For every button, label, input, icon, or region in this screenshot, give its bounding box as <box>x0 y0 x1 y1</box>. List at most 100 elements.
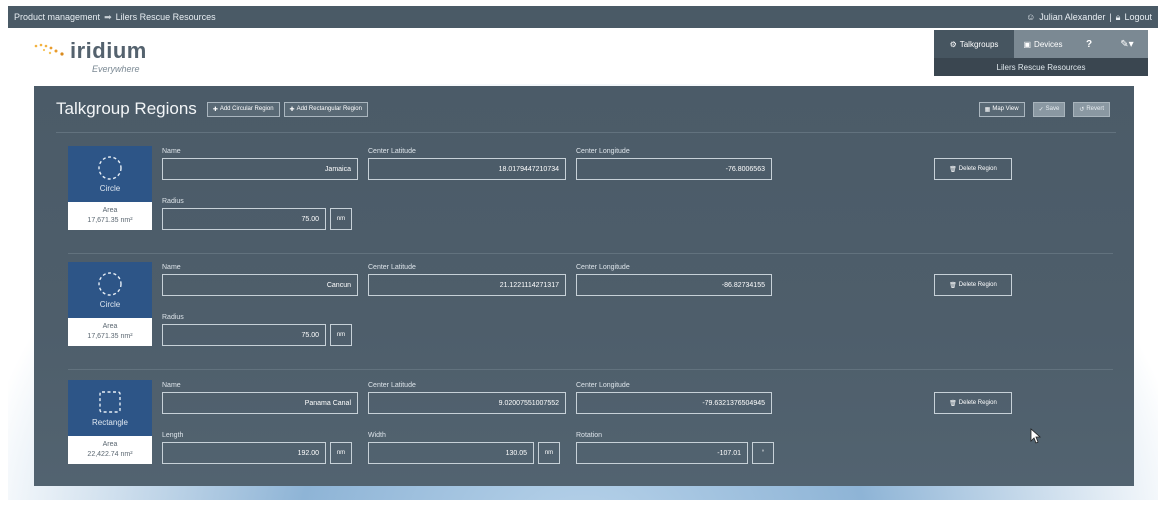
center-longitude-input[interactable]: -79.6321376504945 <box>576 392 772 414</box>
user-icon: ☺ <box>1026 12 1036 22</box>
user-name-link[interactable]: Julian Alexander <box>1039 12 1105 22</box>
logo-brand: iridium <box>70 38 147 63</box>
tab-settings[interactable]: ✎▾ <box>1106 30 1148 58</box>
center-longitude-field: Center Longitude -79.6321376504945 <box>576 382 772 414</box>
main-nav: ⚙ Talkgroups ▣ Devices ? ✎▾ Lilers Rescu… <box>934 30 1148 78</box>
unit-label: nm <box>330 442 352 464</box>
field-label: Name <box>162 148 181 155</box>
button-label: Add Circular Region <box>219 106 274 112</box>
field-label: Center Longitude <box>576 382 630 389</box>
radius-field: Radius 75.00 nm <box>162 314 352 346</box>
tab-help[interactable]: ? <box>1072 30 1106 58</box>
center-longitude-input[interactable]: -86.82734155 <box>576 274 772 296</box>
save-button[interactable]: ✓ Save <box>1032 101 1066 117</box>
tab-devices[interactable]: ▣ Devices <box>1014 30 1072 58</box>
width-field: Width 130.05 nm <box>368 432 560 464</box>
center-latitude-field: Center Latitude 9.02007551007552 <box>368 382 566 414</box>
center-longitude-field: Center Longitude -76.8006563 <box>576 148 772 180</box>
delete-region-button[interactable]: 🗑︎ Delete Region <box>934 392 1012 414</box>
button-label: Revert <box>1086 106 1104 112</box>
wrench-icon: ✎▾ <box>1120 38 1134 50</box>
area-display: Area 17,671.35 nm² <box>68 202 152 230</box>
region-row: Rectangle Area 22,422.74 nm² Name Panama… <box>68 374 1113 478</box>
center-longitude-input[interactable]: -76.8006563 <box>576 158 772 180</box>
add-rectangular-region-button[interactable]: ✚ Add Rectangular Region <box>283 101 368 117</box>
center-latitude-field: Center Latitude 18.0179447210734 <box>368 148 566 180</box>
name-field: Name Cancun <box>162 264 358 296</box>
radius-input[interactable]: 75.00 <box>162 324 326 346</box>
field-label: Center Latitude <box>368 148 416 155</box>
field-label: Center Latitude <box>368 264 416 271</box>
area-label: Area <box>102 441 118 448</box>
logout-link[interactable]: Logout <box>1124 12 1152 22</box>
field-label: Center Longitude <box>576 264 630 271</box>
field-label: Center Latitude <box>368 382 416 389</box>
radius-input[interactable]: 75.00 <box>162 208 326 230</box>
unit-label: nm <box>330 324 352 346</box>
field-label: Radius <box>162 314 184 321</box>
trash-icon: 🗑︎ <box>949 400 957 407</box>
breadcrumb-arrow: ➡ <box>104 11 112 22</box>
breadcrumb-product-management[interactable]: Product management <box>14 12 100 22</box>
area-value: 17,671.35 nm² <box>87 217 133 224</box>
region-row: Circle Area 17,671.35 nm² Name Jamaica C… <box>68 140 1113 254</box>
shape-indicator: Rectangle <box>68 380 152 436</box>
map-view-button[interactable]: ▦ Map View <box>978 101 1025 117</box>
center-latitude-field: Center Latitude 21.1221114271317 <box>368 264 566 296</box>
shape-label: Circle <box>99 300 121 309</box>
tab-label: Devices <box>1034 39 1063 49</box>
button-label: Save <box>1045 106 1060 112</box>
button-label: Delete Region <box>958 166 997 172</box>
field-label: Name <box>162 382 181 389</box>
field-label: Name <box>162 264 181 271</box>
area-label: Area <box>102 207 118 214</box>
center-latitude-input[interactable]: 18.0179447210734 <box>368 158 566 180</box>
unit-label: nm <box>538 442 560 464</box>
center-latitude-input[interactable]: 21.1221114271317 <box>368 274 566 296</box>
plus-icon: ✚ <box>212 106 218 113</box>
divider <box>56 132 1116 133</box>
center-latitude-input[interactable]: 9.02007551007552 <box>368 392 566 414</box>
logo-rays-icon <box>34 43 64 56</box>
field-label: Center Longitude <box>576 148 630 155</box>
name-input[interactable]: Panama Canal <box>162 392 358 414</box>
gear-icon: ⚙ <box>949 39 957 49</box>
circle-shape-icon <box>98 156 122 180</box>
button-label: Delete Region <box>958 400 997 406</box>
delete-region-button[interactable]: 🗑︎ Delete Region <box>934 274 1012 296</box>
name-field: Name Panama Canal <box>162 382 358 414</box>
lock-icon: 🔒︎ <box>1115 11 1121 22</box>
shape-label: Rectangle <box>91 418 129 427</box>
area-label: Area <box>102 323 118 330</box>
regions-panel: Talkgroup Regions ✚ Add Circular Region … <box>34 86 1134 486</box>
rotation-input[interactable]: -107.01 <box>576 442 748 464</box>
logo-tagline: Everywhere <box>92 64 140 74</box>
header: iridium Everywhere ⚙ Talkgroups ▣ Device… <box>8 28 1158 84</box>
nav-context-label: Lilers Rescue Resources <box>934 58 1148 76</box>
shape-indicator: Circle <box>68 146 152 202</box>
area-display: Area 17,671.35 nm² <box>68 318 152 346</box>
name-input[interactable]: Cancun <box>162 274 358 296</box>
length-input[interactable]: 192.00 <box>162 442 326 464</box>
field-label: Width <box>368 432 386 439</box>
shape-label: Circle <box>99 184 121 193</box>
field-label: Radius <box>162 198 184 205</box>
width-input[interactable]: 130.05 <box>368 442 534 464</box>
add-circular-region-button[interactable]: ✚ Add Circular Region <box>206 101 280 117</box>
tab-talkgroups[interactable]: ⚙ Talkgroups <box>934 30 1014 58</box>
area-value: 17,671.35 nm² <box>87 333 133 340</box>
button-label: Add Rectangular Region <box>296 106 362 112</box>
breadcrumb-organization[interactable]: Lilers Rescue Resources <box>116 12 216 22</box>
iridium-logo: iridium Everywhere <box>32 36 182 76</box>
page-title: Talkgroup Regions <box>56 99 197 118</box>
map-icon: ▦ <box>984 106 991 113</box>
revert-icon: ↺ <box>1079 106 1085 113</box>
divider <box>68 253 1113 254</box>
delete-region-button[interactable]: 🗑︎ Delete Region <box>934 158 1012 180</box>
devices-icon: ▣ <box>1023 39 1032 49</box>
length-field: Length 192.00 nm <box>162 432 352 464</box>
unit-label: nm <box>330 208 352 230</box>
top-bar: Product management ➡ Lilers Rescue Resou… <box>8 6 1158 28</box>
name-input[interactable]: Jamaica <box>162 158 358 180</box>
revert-button[interactable]: ↺ Revert <box>1073 101 1110 117</box>
